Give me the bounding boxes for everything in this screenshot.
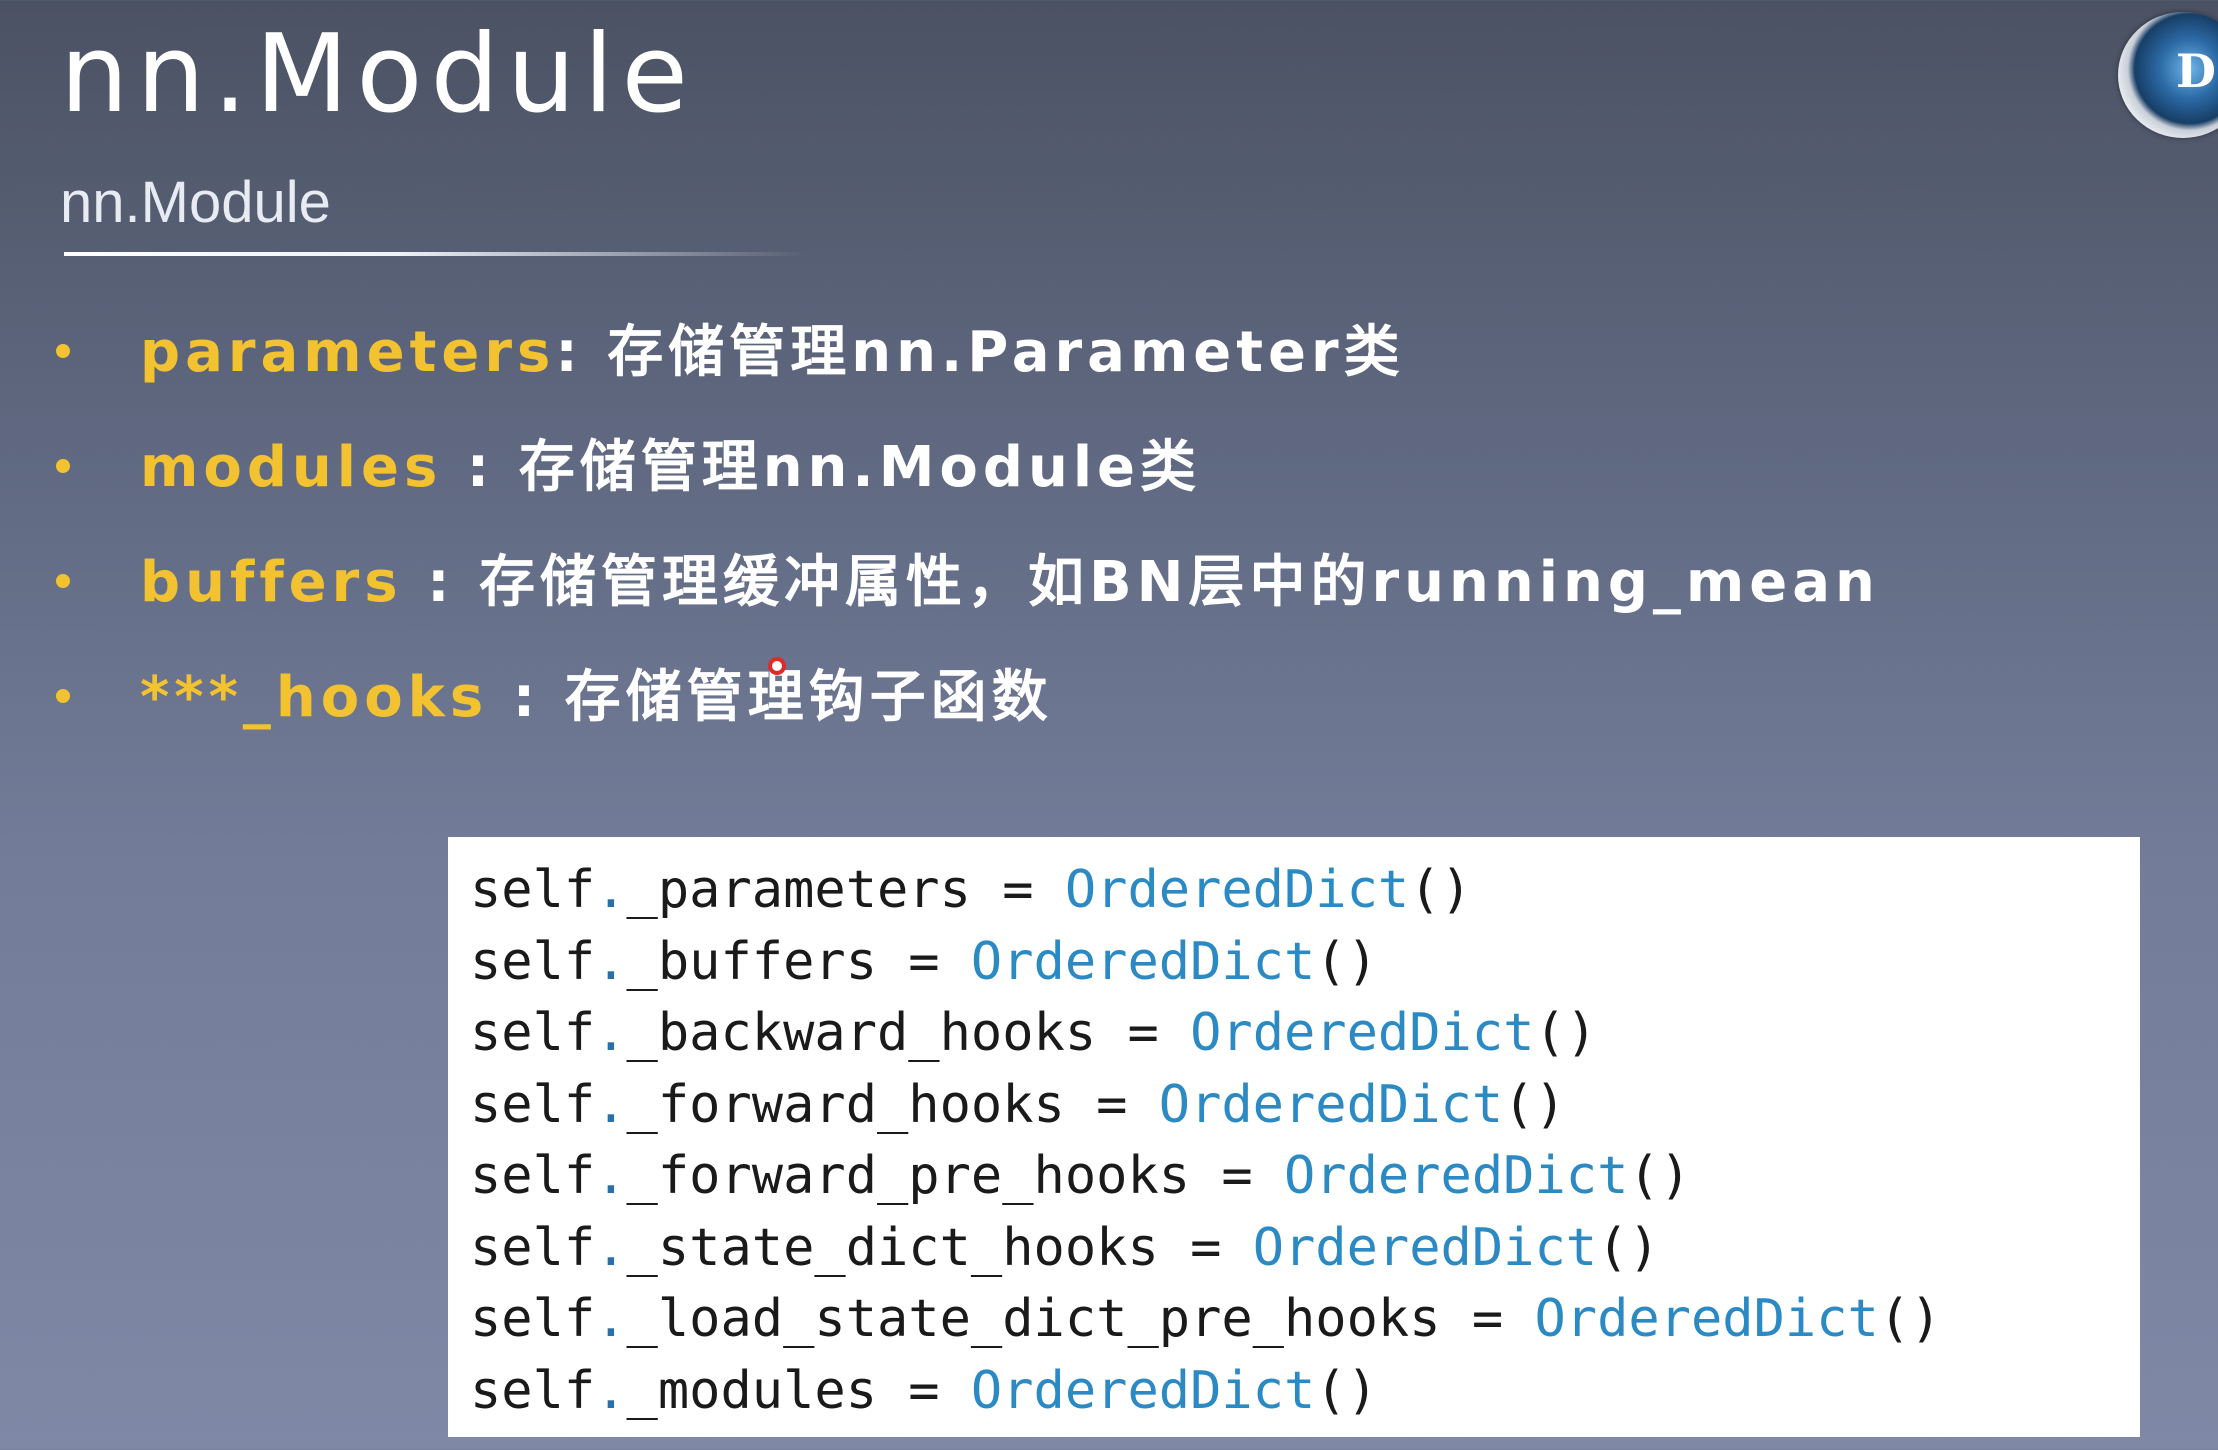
code-call: () [1878,1289,1942,1349]
code-line: self._forward_hooks = OrderedDict() [470,1070,2140,1142]
bullet-text: ***_hooks : 存储管理钩子函数 [140,663,1053,733]
code-object: self [470,1289,596,1349]
code-class: OrderedDict [970,1360,1316,1421]
code-dot: . [595,1217,627,1278]
code-attribute: _buffers = [626,931,971,992]
slide: nn.Module nn.Module D parameters: 存储管理nn… [0,0,2218,1450]
code-dot: . [595,1074,627,1135]
slide-title: nn.Module [60,12,696,137]
code-line: self._load_state_dict_pre_hooks = Ordere… [470,1284,2140,1356]
bullet-description: 存储管理缓冲属性，如BN层中的running_mean [479,550,1880,615]
code-call: () [1409,860,1472,920]
bullet-text: parameters: 存储管理nn.Parameter类 [140,318,1405,388]
code-object: self [470,1360,596,1421]
bullet-separator: : [555,320,608,385]
bullet-description: 存储管理nn.Parameter类 [607,320,1405,385]
mouse-cursor-icon [768,657,786,675]
code-call: () [1315,931,1378,992]
bullet-dot-icon [56,574,70,588]
bullet-separator: : [442,435,519,500]
code-dot: . [595,1146,627,1206]
code-line: self._modules = OrderedDict() [470,1356,2140,1428]
code-attribute: _forward_hooks = [626,1074,1159,1135]
bullet-text: buffers : 存储管理缓冲属性，如BN层中的running_mean [140,548,1880,618]
code-dot: . [595,1289,627,1349]
code-line: self._parameters = OrderedDict() [470,855,2140,927]
code-attribute: _state_dict_hooks = [626,1217,1253,1278]
code-block: self._parameters = OrderedDict() self._b… [448,837,2140,1437]
code-attribute: _backward_hooks = [626,1003,1191,1063]
logo-letter: D [2176,44,2216,98]
code-dot: . [595,1360,627,1421]
code-attribute: _parameters = [626,860,1065,920]
code-class: OrderedDict [1064,860,1410,920]
code-object: self [470,1146,596,1206]
bullet-description: 存储管理钩子函数 [564,665,1053,730]
dtech-logo-icon: D [2118,12,2218,138]
code-object: self [470,1074,596,1135]
code-call: () [1315,1360,1378,1421]
code-call: () [1534,1003,1598,1063]
code-line: self._state_dict_hooks = OrderedDict() [470,1213,2140,1285]
code-class: OrderedDict [1158,1074,1504,1135]
bullet-keyword: ***_hooks [140,665,489,730]
bullet-dot-icon [56,689,70,703]
code-object: self [470,860,596,920]
code-line: self._forward_pre_hooks = OrderedDict() [470,1141,2140,1213]
code-call: () [1597,1217,1660,1278]
code-line: self._backward_hooks = OrderedDict() [470,998,2140,1070]
code-dot: . [595,1003,627,1063]
bullet-separator: : [488,665,565,730]
code-object: self [470,931,596,992]
code-class: OrderedDict [1252,1217,1598,1278]
code-call: () [1628,1146,1691,1206]
bullet-keyword: buffers [140,550,403,615]
code-object: self [470,1003,596,1063]
code-dot: . [595,931,627,992]
code-class: OrderedDict [1534,1289,1879,1349]
code-class: OrderedDict [1284,1146,1629,1206]
code-class: OrderedDict [1190,1003,1535,1063]
code-attribute: _forward_pre_hooks = [626,1146,1284,1206]
code-call: () [1503,1074,1566,1135]
code-dot: . [595,860,627,920]
bullet-keyword: modules [140,435,443,500]
slide-subtitle: nn.Module [60,170,331,235]
code-object: self [470,1217,596,1278]
code-class: OrderedDict [970,931,1316,992]
bullet-dot-icon [56,459,70,473]
code-attribute: _modules = [626,1360,971,1421]
code-attribute: _load_state_dict_pre_hooks = [626,1289,1535,1349]
bullet-description: 存储管理nn.Module类 [518,435,1202,500]
bullet-text: modules : 存储管理nn.Module类 [140,433,1201,503]
title-divider [64,252,804,256]
bullet-dot-icon [56,344,70,358]
bullet-keyword: parameters [140,320,556,385]
code-line: self._buffers = OrderedDict() [470,927,2140,999]
bullet-separator: : [402,550,479,615]
